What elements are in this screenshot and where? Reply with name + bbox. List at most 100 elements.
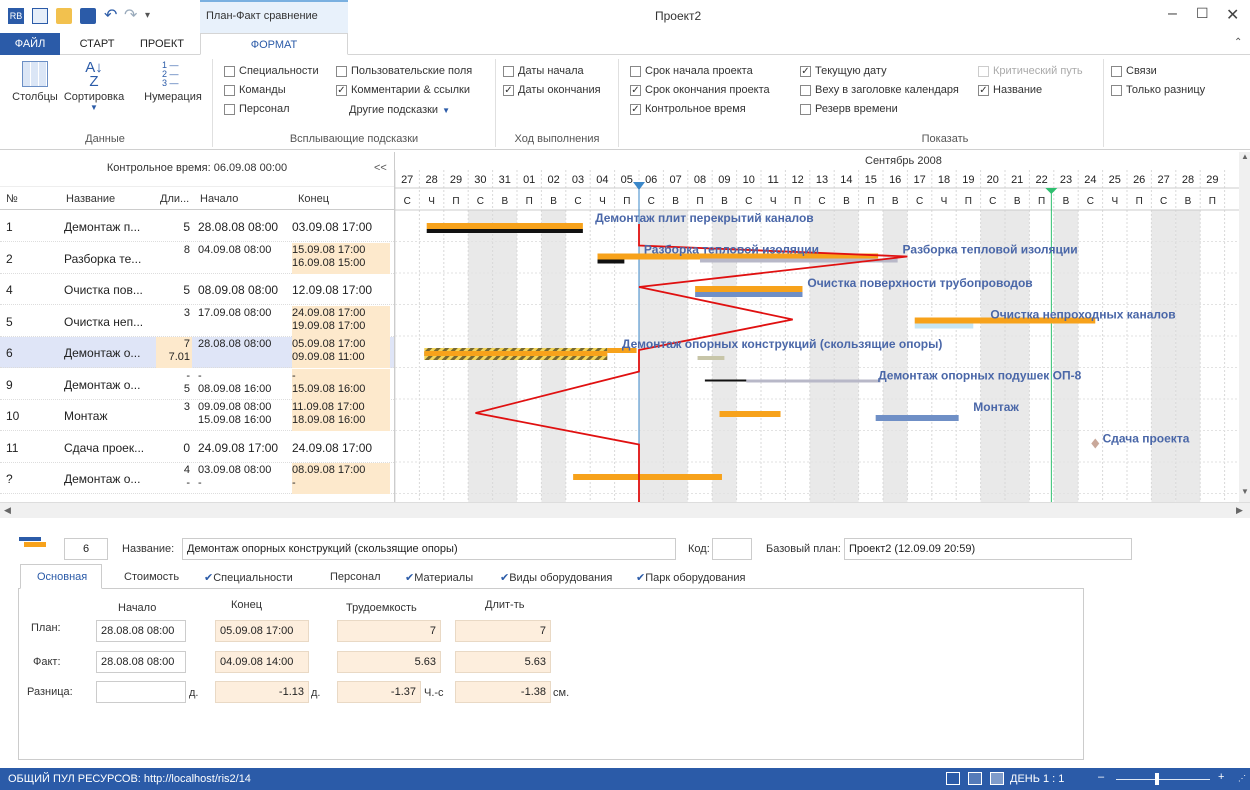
save-icon[interactable] (80, 8, 96, 24)
checkbox-critical-path[interactable]: Критический путь (978, 65, 1083, 77)
zoom-slider-track[interactable] (1116, 779, 1210, 780)
tab-equipment-park[interactable]: ✔Парк оборудования (636, 571, 745, 584)
table-row[interactable]: 1 Демонтаж п... 5 28.08.08 08:00 03.09.08 17… (0, 211, 394, 242)
task-name-label: Демонтаж опорных конструкций (скользящие… (622, 337, 942, 351)
checkbox-time-reserve[interactable]: Резерв времени (800, 103, 898, 115)
col-header-start[interactable]: Начало (200, 193, 238, 205)
col-header-num[interactable]: № (6, 193, 18, 205)
checkbox-links[interactable]: Связи (1111, 65, 1157, 77)
tab-cost[interactable]: Стоимость (124, 571, 179, 583)
more-tooltips-dropdown[interactable]: Другие подсказки ▼ (349, 104, 450, 116)
view-gantt-icon[interactable] (946, 772, 960, 785)
group-label-show: Показать (921, 133, 969, 145)
scroll-right-icon[interactable]: ▶ (1236, 505, 1243, 516)
maximize-icon[interactable]: ☐ (1196, 5, 1209, 22)
day-number: 26 (1133, 174, 1145, 186)
columns-button[interactable]: Столбцы (10, 61, 60, 103)
open-folder-icon[interactable] (56, 8, 72, 24)
checkbox-only-diff[interactable]: Только разницу (1111, 84, 1205, 96)
baseline-field[interactable]: Проект2 (12.09.09 20:59) (844, 538, 1132, 560)
num-cell: 9 (6, 377, 13, 392)
plan-labor-field[interactable]: 7 (337, 620, 441, 642)
zoom-slider-thumb[interactable] (1155, 773, 1159, 785)
tab-start[interactable]: СТАРТ (72, 33, 122, 55)
dur-cell: 8 (183, 244, 190, 256)
checkbox-start-dates[interactable]: Даты начала (503, 65, 584, 77)
table-row[interactable]: 11 Сдача проек... 0 24.09.08 17:00 24.09.08 … (0, 432, 394, 463)
collapse-table-button[interactable]: << (374, 162, 387, 174)
scroll-left-icon[interactable]: ◀ (4, 505, 11, 516)
scroll-up-icon[interactable]: ▲ (1241, 152, 1249, 161)
collapse-ribbon-icon[interactable]: ⌃ (1234, 37, 1242, 48)
customize-qa-icon[interactable]: ▾ (145, 8, 161, 24)
tab-specialties[interactable]: ✔Специальности (204, 571, 293, 584)
checkbox-comments-links[interactable]: ✓ Комментарии & ссылки (336, 84, 470, 96)
name-label: Название: (122, 543, 175, 555)
diff-start-field (96, 681, 186, 703)
checkbox-project-end[interactable]: ✓ Срок окончания проекта (630, 84, 770, 96)
fact-end-field[interactable]: 04.09.08 14:00 (215, 651, 309, 673)
view-resource-icon[interactable] (990, 772, 1004, 785)
view-calendar-icon[interactable] (968, 772, 982, 785)
tab-equipment-types[interactable]: ✔Виды оборудования (500, 571, 612, 584)
checkbox-project-start[interactable]: Срок начала проекта (630, 65, 753, 77)
checkbox-name[interactable]: ✓ Название (978, 84, 1042, 96)
tab-equipment-park-label: Парк оборудования (645, 572, 746, 584)
checkbox-control-time[interactable]: ✓ Контрольное время (630, 103, 746, 115)
diff-end-unit: д. (311, 687, 321, 699)
plan-duration-field[interactable]: 7 (455, 620, 551, 642)
tab-main[interactable]: Основная (20, 564, 102, 589)
code-field[interactable] (712, 538, 752, 560)
minimize-icon[interactable]: – (1168, 5, 1177, 23)
tab-project[interactable]: ПРОЕКТ (132, 33, 192, 55)
checkbox-personnel[interactable]: Персонал (224, 103, 290, 115)
zoom-out-button[interactable]: – (1098, 771, 1104, 783)
checkbox-specialties[interactable]: Специальности (224, 65, 319, 77)
table-row[interactable]: 4 Очистка пов... 5 08.09.08 08:00 12.09.08 1… (0, 274, 394, 305)
checkbox-teams[interactable]: Команды (224, 84, 286, 96)
checkbox-milestone-header[interactable]: Веху в заголовке календаря (800, 84, 959, 96)
checkbox-custom-fields[interactable]: Пользовательские поля (336, 65, 472, 77)
task-name-field[interactable]: Демонтаж опорных конструкций (скользящие… (182, 538, 676, 560)
checkbox-end-dates[interactable]: ✓ Даты окончания (503, 84, 601, 96)
col-header-duration[interactable]: Дли... (160, 193, 189, 205)
task-name-label: Сдача проекта (1103, 432, 1190, 446)
scroll-down-icon[interactable]: ▼ (1241, 487, 1249, 496)
day-number: 20 (987, 174, 999, 186)
vertical-scrollbar[interactable]: ▲ ▼ (1239, 152, 1250, 504)
tab-format[interactable]: ФОРМАТ (200, 33, 348, 55)
new-icon[interactable] (32, 8, 48, 24)
redo-icon[interactable]: ↷ (124, 8, 140, 24)
undo-icon[interactable]: ↶ (104, 8, 120, 24)
num-cell: 5 (6, 314, 13, 329)
gantt-chart[interactable]: Сентябрь 2008 27 С 28 Ч 29 П 30 С 31 В 01 П 02 В 03 С 04 Ч… (394, 152, 1239, 502)
col-header-end[interactable]: Конец (298, 193, 329, 205)
baseline-bar (704, 379, 747, 382)
close-icon[interactable]: ✕ (1226, 5, 1239, 25)
tab-materials[interactable]: ✔Материалы (405, 571, 473, 584)
table-row[interactable]: 10 Монтаж 3 09.09.08 08:00 15.09.08 16:00 11.… (0, 400, 394, 431)
dur-cell: 3 (183, 402, 190, 413)
plan-start-field[interactable]: 28.08.08 08:00 (96, 620, 186, 642)
today-marker (1045, 188, 1058, 194)
fact-duration-field[interactable]: 5.63 (455, 651, 551, 673)
day-number: 18 (938, 174, 950, 186)
horizontal-scrollbar[interactable]: ◀ ▶ (0, 502, 1250, 518)
col-header-name[interactable]: Название (66, 193, 115, 205)
tab-file[interactable]: ФАЙЛ (0, 33, 60, 55)
table-row[interactable]: 2 Разборка те... 8 04.09.08 08:00 15.09.08 1… (0, 242, 394, 274)
name-cell: Демонтаж о... (64, 472, 141, 486)
numbering-button[interactable]: 1 —2 —3 — Нумерация (140, 61, 206, 104)
sort-button[interactable]: A↓ Z Сортировка ▼ (62, 60, 126, 112)
plan-end-field[interactable]: 05.09.08 17:00 (215, 620, 309, 642)
day-number: 29 (450, 174, 462, 186)
table-row[interactable]: ? Демонтаж о... 4-03.09.08 08:00-08.09.08 … (0, 463, 394, 494)
table-row[interactable]: 9 Демонтаж о... -5-08.09.08 16:00-15.09.08… (0, 368, 394, 400)
zoom-in-button[interactable]: + (1218, 771, 1224, 783)
tab-personnel[interactable]: Персонал (330, 571, 381, 583)
fact-labor-field[interactable]: 5.63 (337, 651, 441, 673)
fact-start-field[interactable]: 28.08.08 08:00 (96, 651, 186, 673)
table-row[interactable]: 5 Очистка неп... 3 17.09.08 08:00 24.09.08 1… (0, 305, 394, 337)
checkbox-current-date[interactable]: ✓ Текущую дату (800, 65, 887, 77)
table-row[interactable]: 6 Демонтаж о... 7 7.01 28.08.08 08:00 05.09.0… (0, 337, 394, 368)
